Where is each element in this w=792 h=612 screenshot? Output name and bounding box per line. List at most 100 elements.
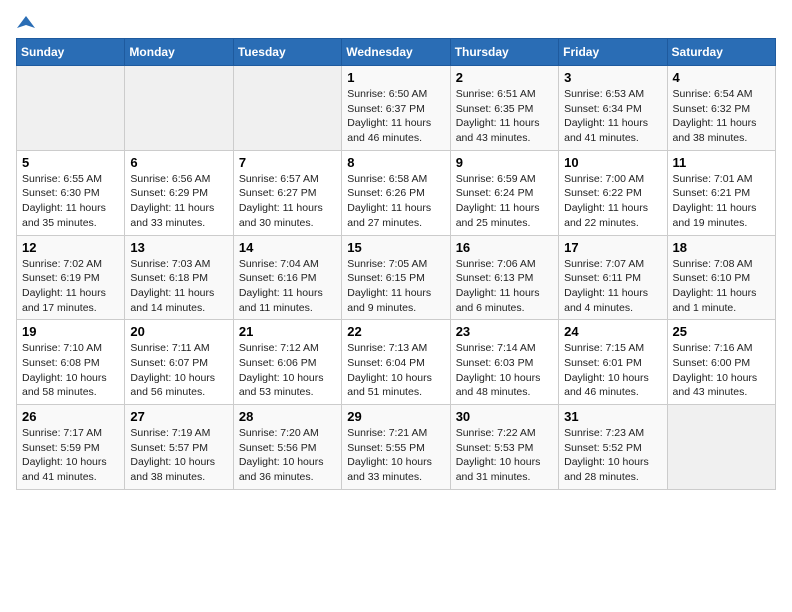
- calendar-header-row: SundayMondayTuesdayWednesdayThursdayFrid…: [17, 39, 776, 66]
- day-number: 10: [564, 155, 661, 170]
- day-info: Sunrise: 7:03 AM Sunset: 6:18 PM Dayligh…: [130, 257, 227, 316]
- day-header-tuesday: Tuesday: [233, 39, 341, 66]
- day-number: 3: [564, 70, 661, 85]
- calendar-body: 1 Sunrise: 6:50 AM Sunset: 6:37 PM Daylig…: [17, 66, 776, 490]
- calendar-cell: 15 Sunrise: 7:05 AM Sunset: 6:15 PM Dayli…: [342, 235, 450, 320]
- day-info: Sunrise: 7:06 AM Sunset: 6:13 PM Dayligh…: [456, 257, 553, 316]
- day-info: Sunrise: 7:02 AM Sunset: 6:19 PM Dayligh…: [22, 257, 119, 316]
- day-info: Sunrise: 7:21 AM Sunset: 5:55 PM Dayligh…: [347, 426, 444, 485]
- calendar-cell: 13 Sunrise: 7:03 AM Sunset: 6:18 PM Dayli…: [125, 235, 233, 320]
- day-info: Sunrise: 7:14 AM Sunset: 6:03 PM Dayligh…: [456, 341, 553, 400]
- calendar-table: SundayMondayTuesdayWednesdayThursdayFrid…: [16, 38, 776, 490]
- day-number: 30: [456, 409, 553, 424]
- calendar-cell: 25Sunrise: 7:16 AM Sunset: 6:00 PM Dayli…: [667, 320, 775, 405]
- day-header-friday: Friday: [559, 39, 667, 66]
- calendar-cell: 7 Sunrise: 6:57 AM Sunset: 6:27 PM Daylig…: [233, 150, 341, 235]
- calendar-cell: 24 Sunrise: 7:15 AM Sunset: 6:01 PM Dayli…: [559, 320, 667, 405]
- day-header-monday: Monday: [125, 39, 233, 66]
- day-info: Sunrise: 6:58 AM Sunset: 6:26 PM Dayligh…: [347, 172, 444, 231]
- day-info: Sunrise: 7:05 AM Sunset: 6:15 PM Dayligh…: [347, 257, 444, 316]
- day-number: 21: [239, 324, 336, 339]
- calendar-week-row: 19 Sunrise: 7:10 AM Sunset: 6:08 PM Dayli…: [17, 320, 776, 405]
- day-info: Sunrise: 7:15 AM Sunset: 6:01 PM Dayligh…: [564, 341, 661, 400]
- day-info: Sunrise: 7:17 AM Sunset: 5:59 PM Dayligh…: [22, 426, 119, 485]
- day-number: 17: [564, 240, 661, 255]
- day-info: Sunrise: 7:11 AM Sunset: 6:07 PM Dayligh…: [130, 341, 227, 400]
- day-info: Sunrise: 7:12 AM Sunset: 6:06 PM Dayligh…: [239, 341, 336, 400]
- day-number: 29: [347, 409, 444, 424]
- logo-bird-icon: [17, 14, 35, 32]
- day-number: 6: [130, 155, 227, 170]
- calendar-cell: 19 Sunrise: 7:10 AM Sunset: 6:08 PM Dayli…: [17, 320, 125, 405]
- calendar-cell: 16 Sunrise: 7:06 AM Sunset: 6:13 PM Dayli…: [450, 235, 558, 320]
- day-number: 14: [239, 240, 336, 255]
- day-number: 19: [22, 324, 119, 339]
- day-header-sunday: Sunday: [17, 39, 125, 66]
- day-number: 26: [22, 409, 119, 424]
- day-number: 20: [130, 324, 227, 339]
- day-info: Sunrise: 7:07 AM Sunset: 6:11 PM Dayligh…: [564, 257, 661, 316]
- calendar-cell: 6 Sunrise: 6:56 AM Sunset: 6:29 PM Daylig…: [125, 150, 233, 235]
- day-header-thursday: Thursday: [450, 39, 558, 66]
- calendar-week-row: 5 Sunrise: 6:55 AM Sunset: 6:30 PM Daylig…: [17, 150, 776, 235]
- calendar-cell: 4 Sunrise: 6:54 AM Sunset: 6:32 PM Daylig…: [667, 66, 775, 151]
- day-info: Sunrise: 7:01 AM Sunset: 6:21 PM Dayligh…: [673, 172, 770, 231]
- day-info: Sunrise: 7:10 AM Sunset: 6:08 PM Dayligh…: [22, 341, 119, 400]
- day-info: Sunrise: 7:00 AM Sunset: 6:22 PM Dayligh…: [564, 172, 661, 231]
- day-number: 12: [22, 240, 119, 255]
- day-number: 9: [456, 155, 553, 170]
- calendar-cell: 3 Sunrise: 6:53 AM Sunset: 6:34 PM Daylig…: [559, 66, 667, 151]
- calendar-cell: 22 Sunrise: 7:13 AM Sunset: 6:04 PM Dayli…: [342, 320, 450, 405]
- day-number: 1: [347, 70, 444, 85]
- day-number: 4: [673, 70, 770, 85]
- day-number: 23: [456, 324, 553, 339]
- day-info: Sunrise: 7:13 AM Sunset: 6:04 PM Dayligh…: [347, 341, 444, 400]
- day-number: 11: [673, 155, 770, 170]
- day-info: Sunrise: 7:20 AM Sunset: 5:56 PM Dayligh…: [239, 426, 336, 485]
- calendar-cell: 27 Sunrise: 7:19 AM Sunset: 5:57 PM Dayli…: [125, 405, 233, 490]
- day-info: Sunrise: 7:23 AM Sunset: 5:52 PM Dayligh…: [564, 426, 661, 485]
- calendar-cell: 23 Sunrise: 7:14 AM Sunset: 6:03 PM Dayli…: [450, 320, 558, 405]
- day-number: 13: [130, 240, 227, 255]
- calendar-cell: [667, 405, 775, 490]
- calendar-cell: 8Sunrise: 6:58 AM Sunset: 6:26 PM Daylig…: [342, 150, 450, 235]
- calendar-cell: 28 Sunrise: 7:20 AM Sunset: 5:56 PM Dayli…: [233, 405, 341, 490]
- calendar-cell: 17 Sunrise: 7:07 AM Sunset: 6:11 PM Dayli…: [559, 235, 667, 320]
- calendar-week-row: 1 Sunrise: 6:50 AM Sunset: 6:37 PM Daylig…: [17, 66, 776, 151]
- day-number: 25: [673, 324, 770, 339]
- day-info: Sunrise: 6:53 AM Sunset: 6:34 PM Dayligh…: [564, 87, 661, 146]
- day-info: Sunrise: 7:04 AM Sunset: 6:16 PM Dayligh…: [239, 257, 336, 316]
- calendar-cell: 31Sunrise: 7:23 AM Sunset: 5:52 PM Dayli…: [559, 405, 667, 490]
- day-info: Sunrise: 6:57 AM Sunset: 6:27 PM Dayligh…: [239, 172, 336, 231]
- calendar-week-row: 26 Sunrise: 7:17 AM Sunset: 5:59 PM Dayli…: [17, 405, 776, 490]
- day-number: 27: [130, 409, 227, 424]
- logo: [16, 16, 35, 28]
- calendar-cell: [125, 66, 233, 151]
- calendar-cell: 20 Sunrise: 7:11 AM Sunset: 6:07 PM Dayli…: [125, 320, 233, 405]
- calendar-week-row: 12 Sunrise: 7:02 AM Sunset: 6:19 PM Dayli…: [17, 235, 776, 320]
- calendar-cell: 12 Sunrise: 7:02 AM Sunset: 6:19 PM Dayli…: [17, 235, 125, 320]
- day-info: Sunrise: 6:56 AM Sunset: 6:29 PM Dayligh…: [130, 172, 227, 231]
- day-number: 7: [239, 155, 336, 170]
- day-info: Sunrise: 6:59 AM Sunset: 6:24 PM Dayligh…: [456, 172, 553, 231]
- calendar-cell: 1 Sunrise: 6:50 AM Sunset: 6:37 PM Daylig…: [342, 66, 450, 151]
- day-info: Sunrise: 6:50 AM Sunset: 6:37 PM Dayligh…: [347, 87, 444, 146]
- calendar-cell: 5 Sunrise: 6:55 AM Sunset: 6:30 PM Daylig…: [17, 150, 125, 235]
- day-number: 15: [347, 240, 444, 255]
- day-info: Sunrise: 6:55 AM Sunset: 6:30 PM Dayligh…: [22, 172, 119, 231]
- day-number: 28: [239, 409, 336, 424]
- day-info: Sunrise: 7:19 AM Sunset: 5:57 PM Dayligh…: [130, 426, 227, 485]
- day-number: 22: [347, 324, 444, 339]
- calendar-cell: 11 Sunrise: 7:01 AM Sunset: 6:21 PM Dayli…: [667, 150, 775, 235]
- calendar-cell: 18Sunrise: 7:08 AM Sunset: 6:10 PM Dayli…: [667, 235, 775, 320]
- day-header-wednesday: Wednesday: [342, 39, 450, 66]
- header: [16, 16, 776, 28]
- day-info: Sunrise: 6:54 AM Sunset: 6:32 PM Dayligh…: [673, 87, 770, 146]
- calendar-cell: 2Sunrise: 6:51 AM Sunset: 6:35 PM Daylig…: [450, 66, 558, 151]
- calendar-cell: 10 Sunrise: 7:00 AM Sunset: 6:22 PM Dayli…: [559, 150, 667, 235]
- day-number: 16: [456, 240, 553, 255]
- day-header-saturday: Saturday: [667, 39, 775, 66]
- day-number: 5: [22, 155, 119, 170]
- calendar-cell: [233, 66, 341, 151]
- day-number: 24: [564, 324, 661, 339]
